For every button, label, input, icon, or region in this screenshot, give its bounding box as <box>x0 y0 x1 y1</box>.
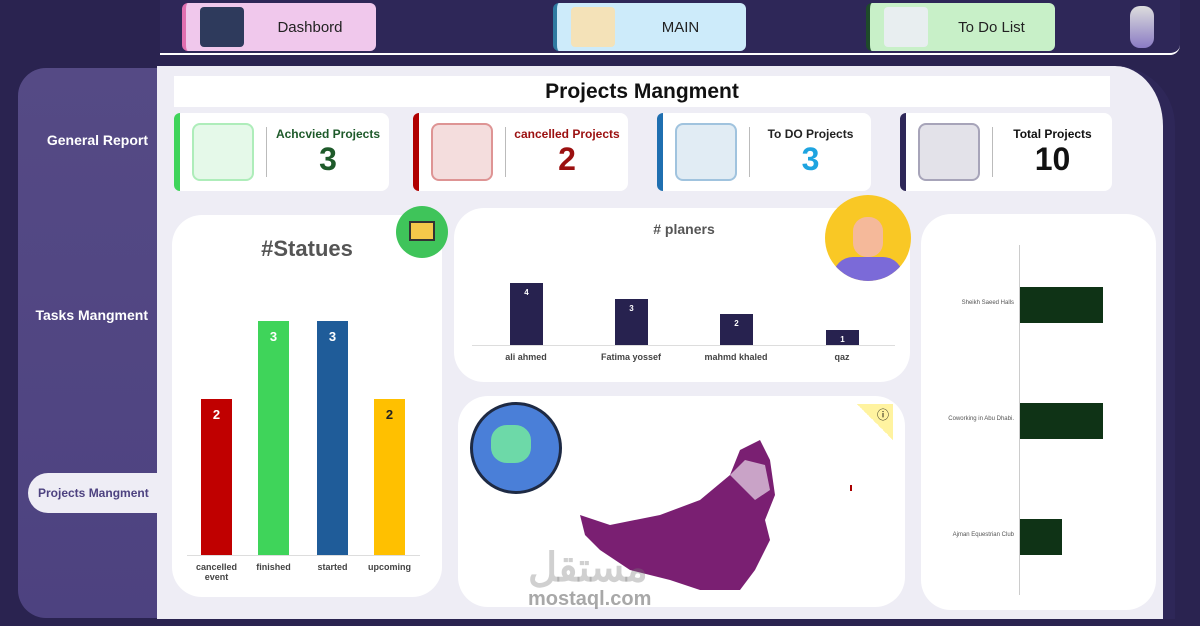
status-bar[interactable] <box>201 399 232 555</box>
venue-bar[interactable] <box>1020 403 1103 439</box>
nav-dashboard-button[interactable]: Dashbord <box>182 3 376 51</box>
planer-x-label: mahmd khaled <box>704 352 768 362</box>
planer-x-label: ali ahmed <box>505 352 547 362</box>
status-bar[interactable] <box>317 321 348 555</box>
status-bar[interactable] <box>258 321 289 555</box>
nav-todo-button[interactable]: To Do List <box>866 3 1055 51</box>
planer-x-label: qaz <box>834 352 850 362</box>
nav-main-button[interactable]: MAIN <box>553 3 746 51</box>
status-data-label: 2 <box>212 407 221 422</box>
summary-card: Achcvied Projects 3 <box>174 113 389 191</box>
sidebar-item-projects[interactable]: Projects Mangment <box>28 473 163 513</box>
venue-bar[interactable] <box>1020 519 1062 555</box>
planer-data-label: 1 <box>840 334 845 344</box>
card-accent <box>657 113 663 191</box>
status-x-label: upcoming <box>368 562 411 572</box>
planers-axis <box>472 345 895 346</box>
cancelled-stamp-icon <box>431 123 493 181</box>
globe-location-icon <box>470 402 562 494</box>
venue-label: Ajman Equestrian Club <box>952 532 1014 538</box>
card-accent <box>900 113 906 191</box>
card-value: 2 <box>558 140 576 177</box>
status-x-label: started <box>317 562 348 572</box>
planer-data-label: 4 <box>524 288 529 297</box>
status-data-label: 2 <box>385 407 394 422</box>
sidebar-item-tasks[interactable]: Tasks Mangment <box>18 307 148 323</box>
page-title: Projects Mangment <box>174 76 1110 107</box>
sidebar <box>18 68 158 618</box>
all-icon <box>918 123 980 181</box>
card-accent <box>174 113 180 191</box>
monitor-pulse-icon <box>396 206 448 258</box>
status-bar[interactable] <box>374 399 405 555</box>
dashboard-monitor-icon <box>200 7 244 47</box>
venue-label: Coworking in Abu Dhabi. <box>948 416 1014 422</box>
notebook-idea-icon <box>571 7 615 47</box>
checklist-icon <box>675 123 737 181</box>
status-axis <box>187 555 420 556</box>
venue-bar[interactable] <box>1020 287 1103 323</box>
watermark-url: mostaql.com <box>528 588 652 610</box>
card-label: Total Projects <box>1013 126 1092 141</box>
sidebar-item-general-report[interactable]: General Report <box>18 132 148 148</box>
card-label: To DO Projects <box>767 126 854 141</box>
summary-card: cancelled Projects 2 <box>413 113 628 191</box>
approved-card-icon <box>192 123 254 181</box>
venue-label: Sheikh Saeed Halls <box>961 300 1014 306</box>
watermark-logo: مستقل <box>528 546 648 590</box>
status-data-label: 3 <box>328 329 337 344</box>
planer-data-label: 3 <box>629 303 634 313</box>
card-value: 10 <box>1034 140 1071 177</box>
summary-card: To DO Projects 3 <box>657 113 871 191</box>
card-accent <box>413 113 419 191</box>
nav-label: To Do List <box>958 18 1025 36</box>
status-x-label: cancelled event <box>195 562 238 582</box>
card-label: cancelled Projects <box>514 126 620 141</box>
user-avatar-icon <box>825 195 911 281</box>
card-value: 3 <box>801 140 820 177</box>
nav-label: Dashbord <box>277 18 343 36</box>
planer-x-label: Fatima yossef <box>600 352 662 362</box>
calligraphy-logo-icon <box>1130 6 1154 48</box>
summary-card: Total Projects 10 <box>900 113 1112 191</box>
card-label: Achcvied Projects <box>275 126 381 141</box>
todo-list-icon <box>884 7 928 47</box>
status-data-label: 3 <box>269 329 278 344</box>
card-value: 3 <box>319 140 337 177</box>
status-x-label: finished <box>256 562 291 572</box>
nav-label: MAIN <box>661 18 700 36</box>
planer-data-label: 2 <box>734 319 739 328</box>
